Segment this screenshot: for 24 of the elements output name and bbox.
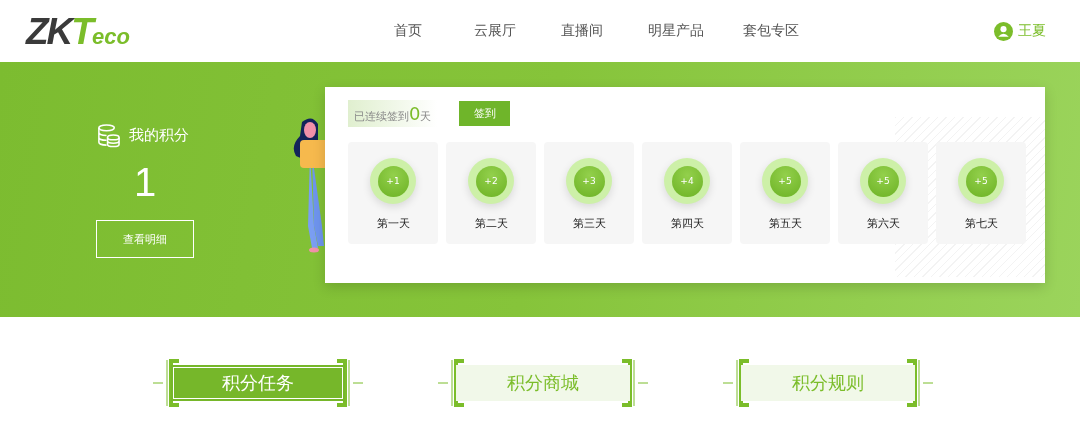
day-label: 第二天 <box>474 216 508 231</box>
logo[interactable]: ZKTeco <box>26 12 326 50</box>
nav-link[interactable]: 明星产品 <box>625 22 727 40</box>
points-value: 1 <box>133 162 157 202</box>
reward-badge: +4 <box>664 158 710 204</box>
day-label: 第七天 <box>964 216 998 231</box>
day-label: 第六天 <box>866 216 900 231</box>
day-label: 第四天 <box>670 216 704 231</box>
day-label: 第三天 <box>572 216 606 231</box>
reward-badge: +1 <box>370 158 416 204</box>
reward-badge: +5 <box>762 158 808 204</box>
nav-link[interactable]: 直播间 <box>538 22 625 40</box>
reward-badge: +5 <box>860 158 906 204</box>
reward-badge: +2 <box>468 158 514 204</box>
day-label: 第五天 <box>768 216 802 231</box>
points-title: 我的积分 <box>129 126 189 145</box>
day-label: 第一天 <box>376 216 410 231</box>
nav-link[interactable]: 云展厅 <box>451 22 538 40</box>
user-icon[interactable] <box>994 21 1013 41</box>
coins-icon <box>96 123 121 148</box>
nav-link[interactable]: 首页 <box>364 22 451 40</box>
reward-badge: +5 <box>958 158 1004 204</box>
reward-badge: +3 <box>566 158 612 204</box>
nav-link[interactable]: 套包专区 <box>727 22 814 40</box>
